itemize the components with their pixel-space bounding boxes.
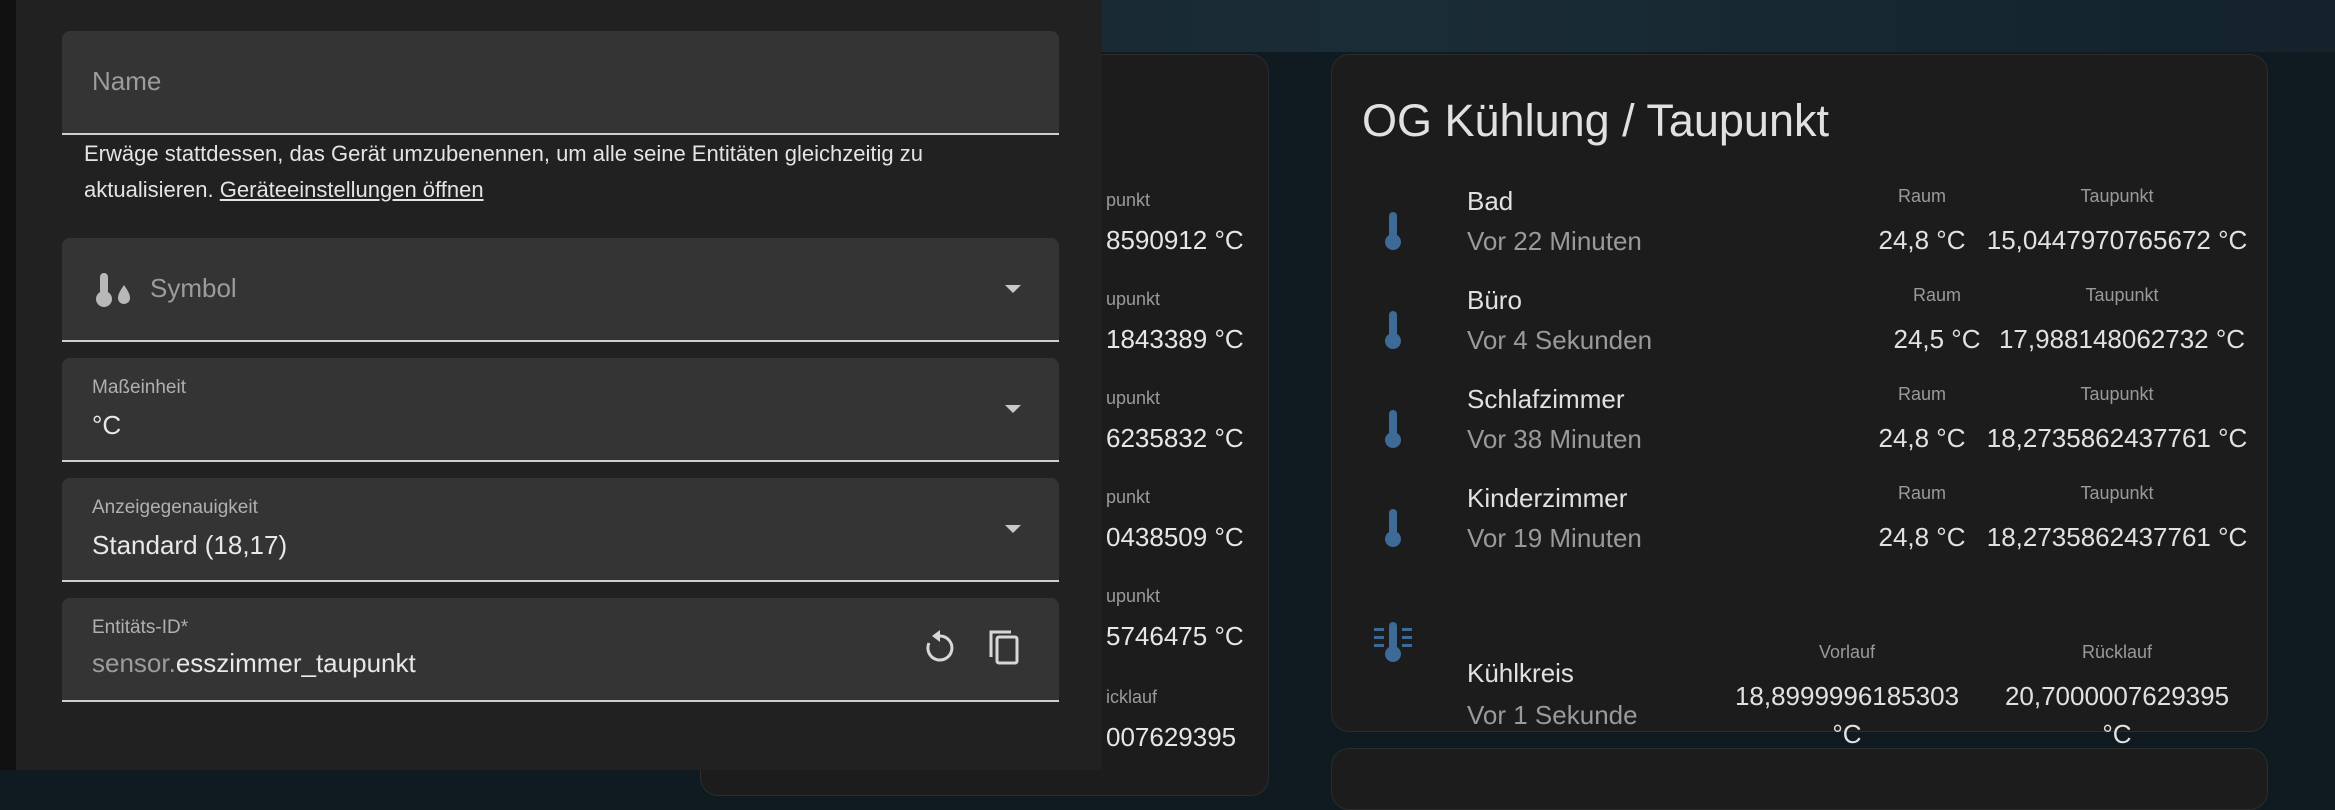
attribute-value: 17,988148062732 °C [1998,324,2246,354]
chevron-down-icon [1005,285,1021,293]
attribute-room: Raum 24,5 °C [1867,285,2007,358]
attribute-label: Raum [1897,483,1946,503]
attribute-room: Raum 24,8 °C [1852,483,1992,556]
background-cell: punkt 0438509 °C [1106,487,1268,553]
entity-row-bad[interactable]: Bad Vor 22 Minuten Raum 24,8 °C Taupunkt… [1332,186,2267,276]
attribute-dewpoint: Taupunkt 15,0447970765672 °C [1972,186,2262,259]
entity-name: Schlafzimmer [1467,384,1625,414]
attribute-value: 24,5 °C [1893,324,1981,354]
cooling-dewpoint-card: OG Kühlung / Taupunkt Bad Vor 22 Minuten… [1331,54,2268,749]
symbol-placeholder: Symbol [150,273,237,303]
attribute-label: Taupunkt [2080,384,2154,404]
entity-last-changed: Vor 4 Sekunden [1467,325,1653,355]
helper-text: Erwäge stattdessen, das Gerät umzubenenn… [84,136,1044,208]
attribute-room: Raum 24,8 °C [1852,384,1992,457]
background-cell-value: 1843389 °C [1106,324,1244,354]
attribute-value: 18,2735862437761 °C [1986,522,2248,552]
entity-name: Kinderzimmer [1467,483,1628,513]
entity-last-changed: Vor 22 Minuten [1467,226,1642,256]
attribute-return: Rücklauf 20,7000007629395 °C [1992,642,2242,753]
entity-name: Bad [1467,186,1514,216]
thermometer-icon [1385,509,1401,547]
background-cell-value: 5746475 °C [1106,621,1244,651]
attribute-label: Raum [1897,384,1946,404]
attribute-value: 24,8 °C [1878,225,1966,255]
chevron-down-icon [1005,525,1021,533]
entity-last-changed: Vor 1 Sekunde [1467,700,1638,730]
entity-id-prefix: sensor. [92,648,176,678]
entity-id-value[interactable]: sensor.esszimmer_taupunkt [92,648,416,679]
background-cell: upunkt 1843389 °C [1106,289,1268,355]
background-cell: punkt 8590912 °C [1106,190,1268,256]
background-cell-value: 8590912 °C [1106,225,1244,255]
copy-icon[interactable] [983,626,1027,670]
precision-select[interactable]: Anzeigegenauigkeit Standard (18,17) [62,478,1059,582]
entity-row-buero[interactable]: Büro Vor 4 Sekunden Raum 24,5 °C Taupunk… [1332,285,2267,375]
background-cell-label: punkt [1106,487,1151,507]
background-cell-label: upunkt [1106,289,1161,309]
helper-text-body: Erwäge stattdessen, das Gerät umzubenenn… [84,141,923,202]
thermometer-water-icon [96,273,130,307]
background-cell: icklauf 007629395 [1106,687,1268,753]
attribute-value: 18,8999996185303 [1734,681,1960,711]
name-placeholder: Name [92,66,162,96]
entity-last-changed: Vor 19 Minuten [1467,523,1642,553]
unit-label: Maßeinheit [92,377,186,398]
unit-value: °C [92,410,122,440]
entity-row-schlafzimmer[interactable]: Schlafzimmer Vor 38 Minuten Raum 24,8 °C… [1332,384,2267,474]
attribute-label: Raum [1912,285,1961,305]
background-cell-label: punkt [1106,190,1151,210]
attribute-supply: Vorlauf 18,8999996185303 °C [1722,642,1972,753]
background-cell-label: upunkt [1106,388,1161,408]
thermometer-lines-icon [1374,622,1412,662]
attribute-dewpoint: Taupunkt 18,2735862437761 °C [1972,483,2262,556]
attribute-label: Raum [1897,186,1946,206]
precision-label: Anzeigegenauigkeit [92,497,258,518]
attribute-value: 24,8 °C [1878,522,1966,552]
attribute-label: Vorlauf [1818,642,1876,662]
background-cell: upunkt 5746475 °C [1106,586,1268,652]
attribute-value: 20,7000007629395 [2004,681,2230,711]
page-left-edge [0,0,16,770]
background-cell-label: upunkt [1106,586,1161,606]
entity-row-kuehlkreis[interactable]: Kühlkreis Vor 1 Sekunde Vorlauf 18,89999… [1332,588,2267,749]
next-card [1331,748,2268,810]
background-cell-value: 0438509 °C [1106,522,1244,552]
attribute-value: 15,0447970765672 °C [1986,225,2248,255]
precision-value: Standard (18,17) [92,530,288,560]
attribute-label: Taupunkt [2080,186,2154,206]
name-field[interactable]: Name [62,31,1059,135]
chevron-down-icon [1005,405,1021,413]
background-cell-value: 007629395 [1106,722,1237,752]
entity-name: Kühlkreis [1467,658,1574,688]
attribute-room: Raum 24,8 °C [1852,186,1992,259]
background-cell-label: icklauf [1106,687,1158,707]
attribute-label: Taupunkt [2085,285,2159,305]
entity-id-object: esszimmer_taupunkt [175,648,416,678]
attribute-value: 18,2735862437761 °C [1986,423,2248,453]
unit-select[interactable]: Maßeinheit °C [62,358,1059,462]
entity-id-label: Entitäts-ID* [92,617,189,638]
entity-id-field[interactable]: Entitäts-ID* sensor.esszimmer_taupunkt [62,598,1059,702]
entity-name: Büro [1467,285,1522,315]
attribute-label: Rücklauf [2081,642,2153,662]
background-cell-value: 6235832 °C [1106,423,1244,453]
attribute-value: 24,8 °C [1878,423,1966,453]
card-title: OG Kühlung / Taupunkt [1362,95,1829,146]
attribute-dewpoint: Taupunkt 17,988148062732 °C [1987,285,2257,358]
attribute-dewpoint: Taupunkt 18,2735862437761 °C [1972,384,2262,457]
thermometer-icon [1385,410,1401,448]
attribute-label: Taupunkt [2080,483,2154,503]
device-settings-link[interactable]: Geräteeinstellungen öffnen [220,177,484,202]
thermometer-icon [1385,212,1401,250]
entity-last-changed: Vor 38 Minuten [1467,424,1642,454]
entity-settings-dialog: Name Erwäge stattdessen, das Gerät umzub… [16,0,1102,770]
thermometer-icon [1385,311,1401,349]
background-cell: upunkt 6235832 °C [1106,388,1268,454]
symbol-select[interactable]: Symbol [62,238,1059,342]
entity-row-kinderzimmer[interactable]: Kinderzimmer Vor 19 Minuten Raum 24,8 °C… [1332,483,2267,573]
restore-icon[interactable] [918,626,962,670]
